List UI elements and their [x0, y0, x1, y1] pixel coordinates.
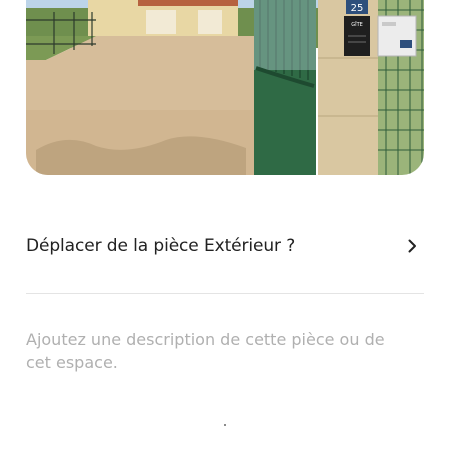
- move-room-label: Déplacer de la pièce Extérieur ?: [26, 236, 295, 256]
- room-photo[interactable]: 25 GÎTE: [26, 0, 424, 175]
- room-description-input[interactable]: Ajoutez une description de cette pièce o…: [26, 328, 406, 374]
- move-room-row[interactable]: Déplacer de la pièce Extérieur ?: [26, 226, 424, 266]
- page-indicator-dot: [224, 424, 226, 426]
- gite-label: GÎTE: [351, 21, 363, 28]
- room-detail-screen: 25 GÎTE Déplacer de la pièce Extérieur ?…: [0, 0, 450, 450]
- chevron-right-icon: [408, 239, 416, 253]
- move-room-prefix: Déplacer de la pièce: [26, 236, 199, 256]
- move-room-current-room: Extérieur: [203, 236, 281, 256]
- gate-and-driveway-image: 25 GÎTE: [26, 0, 424, 175]
- move-room-suffix: ?: [286, 236, 296, 256]
- house-number: 25: [351, 3, 364, 14]
- divider: [26, 293, 424, 294]
